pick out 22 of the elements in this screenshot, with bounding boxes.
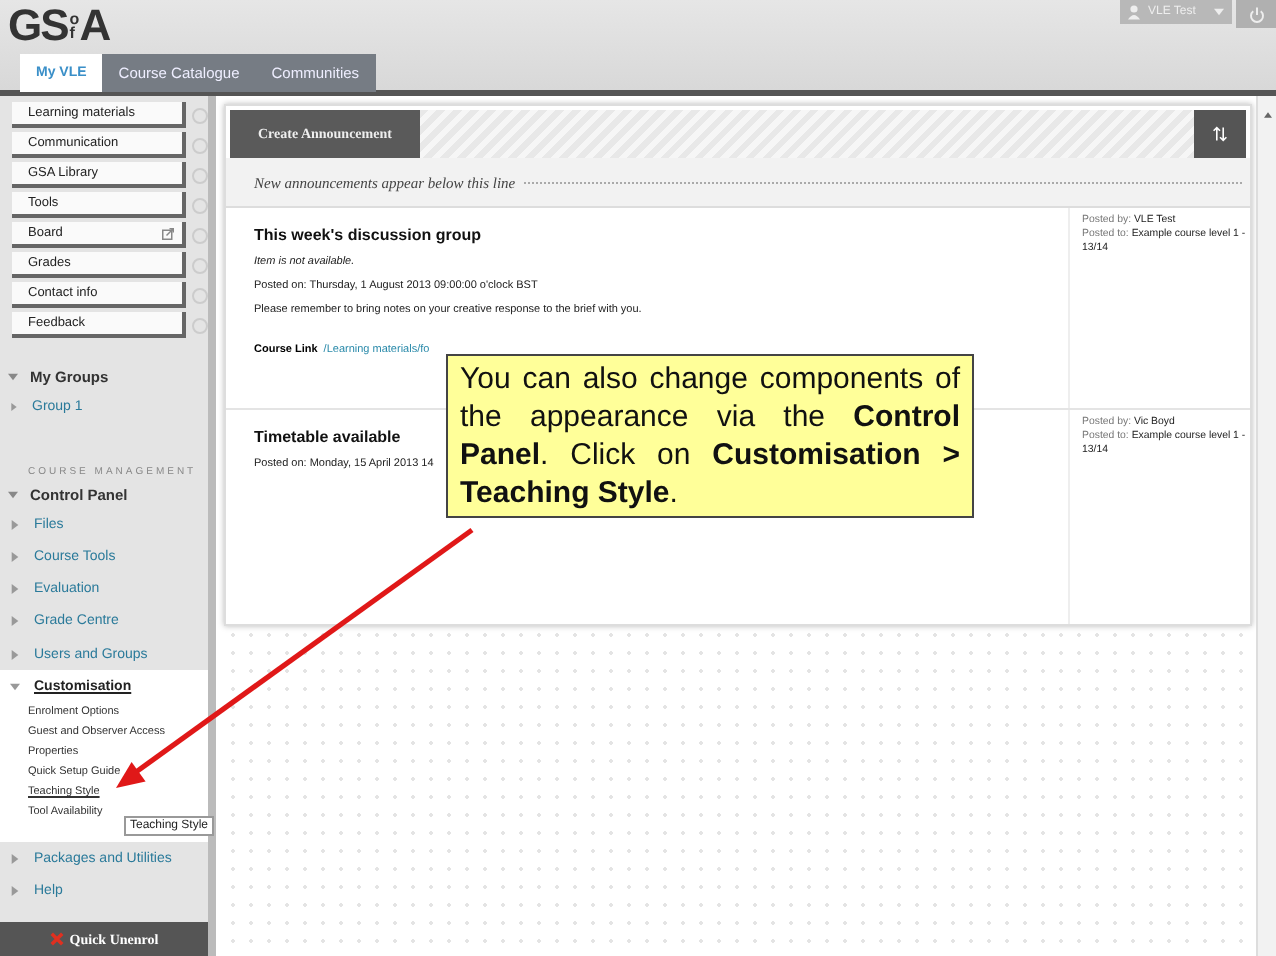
status-circle-icon: [192, 197, 208, 213]
power-button[interactable]: [1236, 0, 1276, 28]
sort-button[interactable]: [1194, 110, 1246, 158]
person-icon: [1128, 4, 1140, 20]
scrollbar[interactable]: [1256, 96, 1276, 956]
power-icon: [1247, 5, 1265, 23]
status-circle-icon: [192, 287, 208, 303]
status-circle-icon: [192, 257, 208, 273]
status-circle-icon: [192, 227, 208, 243]
up-arrow-icon: [1263, 112, 1271, 118]
caret-icon: [10, 401, 18, 412]
status-circle-icon: [192, 107, 208, 123]
status-circle-icon: [192, 137, 208, 153]
status-circle-icon: [192, 167, 208, 183]
close-icon: [49, 932, 64, 946]
announcement-title: Timetable available: [254, 428, 401, 446]
callout-note: You can also change components of the appearance via the Control Panel. Click on Customisation > Teaching Style.: [446, 354, 974, 518]
status-circle-icon: [192, 317, 208, 333]
caret-icon: [8, 490, 18, 501]
sort-icon: [1212, 126, 1228, 142]
announcement-title: This week's discussion group: [254, 226, 481, 244]
caret-icon: [1214, 8, 1224, 16]
